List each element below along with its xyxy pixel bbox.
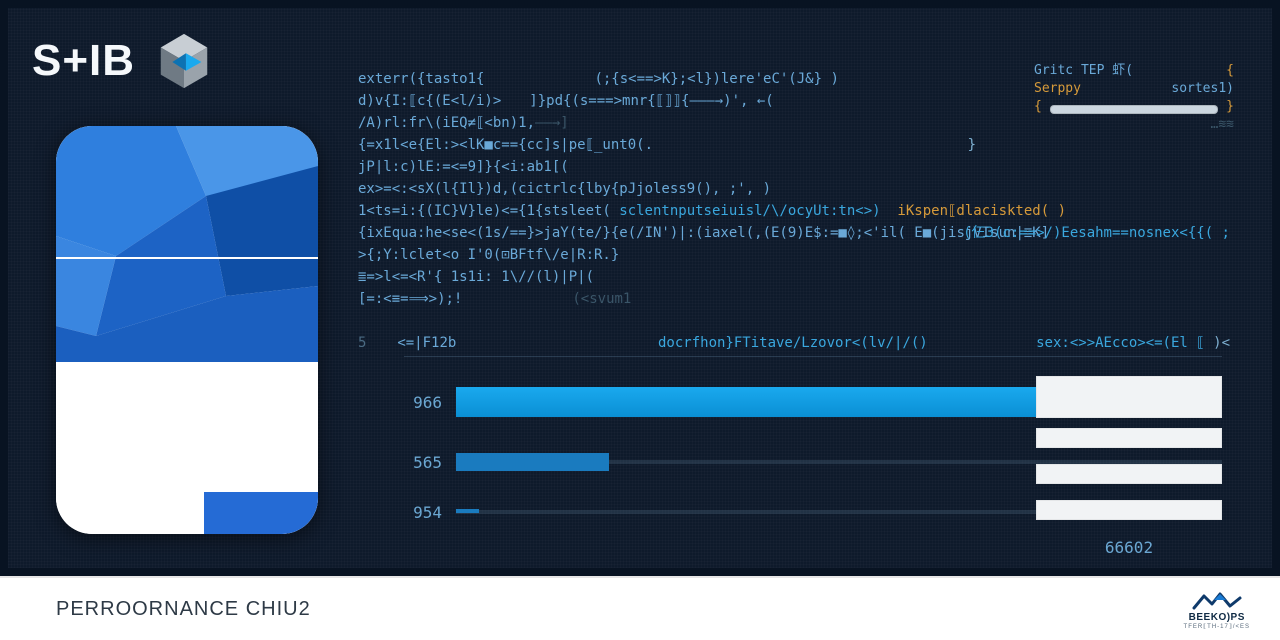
brand-text: S+IB: [32, 36, 135, 86]
footer-logo: BEEKO)PS TFER⟦TH-17⟧/<ES: [1184, 588, 1250, 630]
code-6r1: sclentnputseiuisl/\/ocyUt:tn<>): [619, 203, 880, 219]
performance-chart: 966 565 954: [398, 376, 1222, 538]
code-3a: {=x1l<e{El:><lK■c=={cc]s|pe⟦_unt0(.: [358, 137, 653, 153]
legend-box-2: [1036, 464, 1222, 484]
chart-bar-1: [456, 453, 609, 471]
legend-box-1: [1036, 428, 1222, 448]
footer-title: PERROORNANCE CHIU2: [56, 598, 311, 621]
code-7a: {ixEqua:he<se<(1s/==}>jaY(te/}{e(/IN')|:…: [358, 225, 1049, 241]
code-2a: /A)rl:fr\(iEQ≠⟦<bn)1,: [358, 115, 535, 131]
code-1a: d)v{I:⟦c{(E<l/i)>: [358, 93, 501, 109]
code-6a: 1<ts=i:{(IC}V}le)<={1{stsleet(: [358, 203, 611, 219]
chart-legend: 66602: [1036, 376, 1222, 557]
section-divider: [404, 356, 1222, 357]
brand: S+IB: [32, 30, 215, 92]
code-6r2: iKspen⟦dlaciskted( ): [897, 203, 1066, 219]
code-1b: ]}pd{(s===>mnr{⟦⟧⟧{———→)', ←(: [529, 93, 773, 109]
chart-bar-2: [456, 509, 479, 513]
code-editor[interactable]: exterr({tasto1{ (;{s<==>K};<l})lere'eC'(J…: [358, 68, 1236, 354]
chart-label-2: 954: [398, 503, 442, 522]
code-10b: (<svum1: [572, 291, 631, 307]
footer-logo-text: BEEKO)PS: [1189, 612, 1245, 623]
chart-label-1: 565: [398, 453, 442, 472]
legend-box-0: [1036, 376, 1222, 418]
code-0b: (;{s<==>K};<l})lere'eC'(J&} ): [594, 71, 838, 87]
code-10a: [=:<≡=⟹>);!: [358, 291, 462, 307]
code-12r1: sex:<>>AEcco><=(El ⟦: [1036, 335, 1205, 351]
footer-logo-icon: [1190, 588, 1244, 612]
code-7r: (仨3(⁠c:==>/)Eesahm==nosnex<{{( ;: [963, 222, 1230, 244]
cube-icon: [153, 30, 215, 92]
code-5a: ex>=<:<sX(l{Il})d,(cictrlc{lby{pJjoless9…: [358, 181, 771, 197]
code-12r2: )<: [1213, 335, 1230, 351]
code-12a: <=|F12b: [397, 335, 456, 351]
gutter-12: 5: [358, 335, 366, 351]
code-12m: docrfhon}FTitave/Lzovor<(lv/|/(): [658, 332, 928, 354]
code-3b: }: [968, 134, 976, 156]
code-0a: exterr({tasto1{: [358, 71, 484, 87]
main-panel: S+IB: [0, 0, 1280, 576]
legend-caption: 66602: [1036, 538, 1222, 557]
code-9a: ≣=>l<=<R'{ 1s1i: 1\//(l)|P|(: [358, 269, 594, 285]
footer-logo-sub: TFER⟦TH-17⟧/<ES: [1184, 623, 1250, 630]
footer: PERROORNANCE CHIU2 BEEKO)PS TFER⟦TH-17⟧/…: [0, 576, 1280, 640]
code-2b: ——→]: [535, 115, 569, 131]
code-4a: jP|l:c)lE:=<=9]}{<i:ab1[(: [358, 159, 569, 175]
chart-label-0: 966: [398, 393, 442, 412]
app-root: S+IB: [0, 0, 1280, 640]
legend-box-3: [1036, 500, 1222, 520]
app-preview-card: [56, 126, 318, 534]
code-8a: >{;Y:lclet<o I'0(⊡BFtf\/e|R:R.}: [358, 247, 619, 263]
